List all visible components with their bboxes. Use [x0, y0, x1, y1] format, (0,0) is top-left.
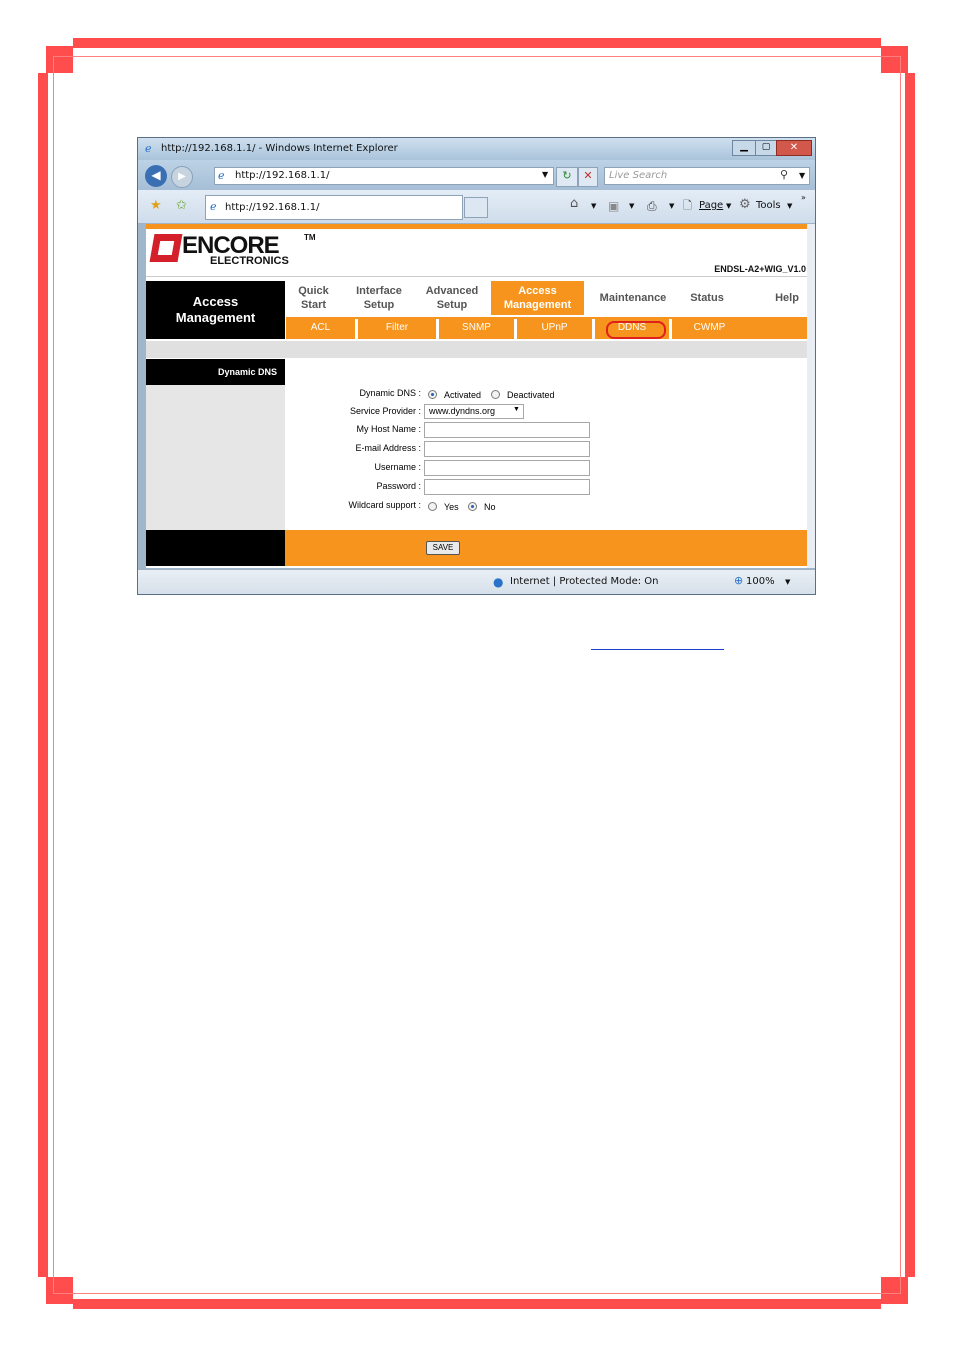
nav-help[interactable]: Help	[766, 281, 808, 315]
print-dropdown-icon[interactable]: ▼	[669, 202, 674, 210]
nav-quick-start[interactable]: Quick Start	[286, 281, 341, 315]
hyperlink-underline[interactable]	[591, 649, 724, 650]
page-menu[interactable]: Page	[699, 200, 723, 211]
host-name-field[interactable]	[424, 422, 590, 438]
new-tab-button[interactable]	[464, 197, 488, 218]
vertical-scrollbar[interactable]	[807, 224, 815, 568]
header-divider	[146, 276, 807, 277]
logo-subtext: ELECTRONICS	[210, 255, 289, 267]
page-border-right	[905, 73, 915, 1277]
favorites-star-icon[interactable]: ★	[150, 199, 162, 212]
subnav-filter[interactable]: Filter	[358, 317, 436, 339]
status-bar	[138, 569, 815, 594]
feeds-icon[interactable]: ▣	[608, 200, 619, 212]
print-icon[interactable]: ⎙	[647, 200, 657, 212]
tab-title: http://192.168.1.1/	[225, 202, 320, 213]
subnav-acl[interactable]: ACL	[286, 317, 355, 339]
subnav-cwmp[interactable]: CWMP	[672, 317, 747, 339]
nav-status[interactable]: Status	[681, 281, 733, 315]
wildcard-no-radio[interactable]	[468, 502, 477, 511]
refresh-button[interactable]: ↻	[556, 167, 578, 187]
service-provider-label: Service Provider :	[349, 406, 421, 416]
page-menu-icon: 🗋	[683, 199, 692, 212]
tools-menu[interactable]: Tools	[756, 200, 781, 211]
nav-maintenance[interactable]: Maintenance	[589, 281, 677, 315]
minimize-button[interactable]: ▁	[732, 140, 756, 156]
nav-interface-setup[interactable]: Interface Setup	[345, 281, 413, 315]
nav-advanced-setup[interactable]: Advanced Setup	[417, 281, 487, 315]
page-border-bottom	[73, 1299, 881, 1309]
tools-dropdown-icon[interactable]: ▼	[787, 202, 792, 210]
window-title: http://192.168.1.1/ - Windows Internet E…	[161, 143, 398, 154]
email-field[interactable]	[424, 441, 590, 457]
page-icon: ℯ	[218, 169, 225, 182]
password-field[interactable]	[424, 479, 590, 495]
host-name-label: My Host Name :	[356, 424, 421, 434]
tab-ie-icon: ℯ	[210, 200, 217, 213]
section-title-line2: Management	[175, 310, 256, 325]
search-dropdown-icon[interactable]: ▼	[799, 171, 805, 180]
section-title-line1: Access	[192, 294, 239, 309]
gear-icon: ⚙	[739, 197, 751, 212]
password-label: Password :	[376, 481, 421, 491]
side-label: Dynamic DNS	[217, 367, 277, 377]
encore-logo-mark-inner	[157, 241, 175, 255]
subnav-upnp[interactable]: UPnP	[517, 317, 592, 339]
nav-access-management[interactable]: Access Management	[491, 281, 584, 315]
chevron-more-icon[interactable]: »	[801, 193, 806, 202]
zoom-level[interactable]: 100%	[746, 576, 775, 587]
browser-window: ℯ http://192.168.1.1/ - Windows Internet…	[137, 137, 816, 595]
footer-left-black	[146, 530, 285, 566]
save-button[interactable]: SAVE	[426, 541, 460, 555]
logo-tm: TM	[304, 233, 316, 242]
address-dropdown-icon[interactable]: ▼	[542, 170, 548, 179]
close-button[interactable]: ✕	[776, 140, 812, 156]
top-orange-stripe	[146, 224, 807, 229]
footer-orange-bar	[285, 530, 807, 566]
home-icon[interactable]: ⌂	[570, 197, 578, 210]
page-border-top	[73, 38, 881, 48]
search-placeholder: Live Search	[609, 170, 668, 181]
page-dropdown-icon[interactable]: ▼	[726, 202, 731, 210]
wildcard-label: Wildcard support :	[348, 500, 421, 510]
wildcard-no-label: No	[484, 502, 496, 512]
deactivated-radio[interactable]	[491, 390, 500, 399]
address-text: http://192.168.1.1/	[235, 170, 330, 181]
email-label: E-mail Address :	[355, 443, 421, 453]
forward-button[interactable]: ▶	[171, 166, 193, 188]
router-page: ENCORE TM ELECTRONICS ENDSL-A2+WIG_V1.0 …	[146, 224, 807, 568]
wildcard-yes-radio[interactable]	[428, 502, 437, 511]
status-zone-text: Internet | Protected Mode: On	[510, 576, 659, 587]
subnav-snmp[interactable]: SNMP	[439, 317, 514, 339]
search-icon[interactable]: ⚲	[780, 169, 788, 181]
maximize-button[interactable]: ▢	[755, 140, 777, 156]
zoom-dropdown-icon[interactable]: ▼	[785, 578, 790, 586]
wildcard-yes-label: Yes	[444, 502, 459, 512]
deactivated-label: Deactivated	[507, 390, 555, 400]
service-provider-value: www.dyndns.org	[429, 406, 496, 416]
activated-radio[interactable]	[428, 390, 437, 399]
ie-icon: ℯ	[145, 142, 152, 155]
zoom-icon: ⊕	[734, 574, 744, 587]
chevron-down-icon[interactable]: ▼	[513, 406, 520, 413]
dynamic-dns-label: Dynamic DNS :	[359, 388, 421, 398]
username-label: Username :	[374, 462, 421, 472]
globe-icon: ●	[493, 575, 504, 589]
model-name: ENDSL-A2+WIG_V1.0	[714, 264, 806, 274]
activated-label: Activated	[444, 390, 482, 400]
username-field[interactable]	[424, 460, 590, 476]
grey-spacer-bar	[146, 341, 807, 358]
back-button[interactable]: ◀	[145, 165, 167, 187]
home-dropdown-icon[interactable]: ▼	[591, 202, 596, 210]
ddns-highlight-circle	[606, 321, 666, 339]
stop-button[interactable]: ✕	[578, 167, 598, 187]
add-favorites-icon[interactable]: ✩	[176, 199, 187, 212]
feeds-dropdown-icon[interactable]: ▼	[629, 202, 634, 210]
page-border-left	[38, 73, 48, 1277]
